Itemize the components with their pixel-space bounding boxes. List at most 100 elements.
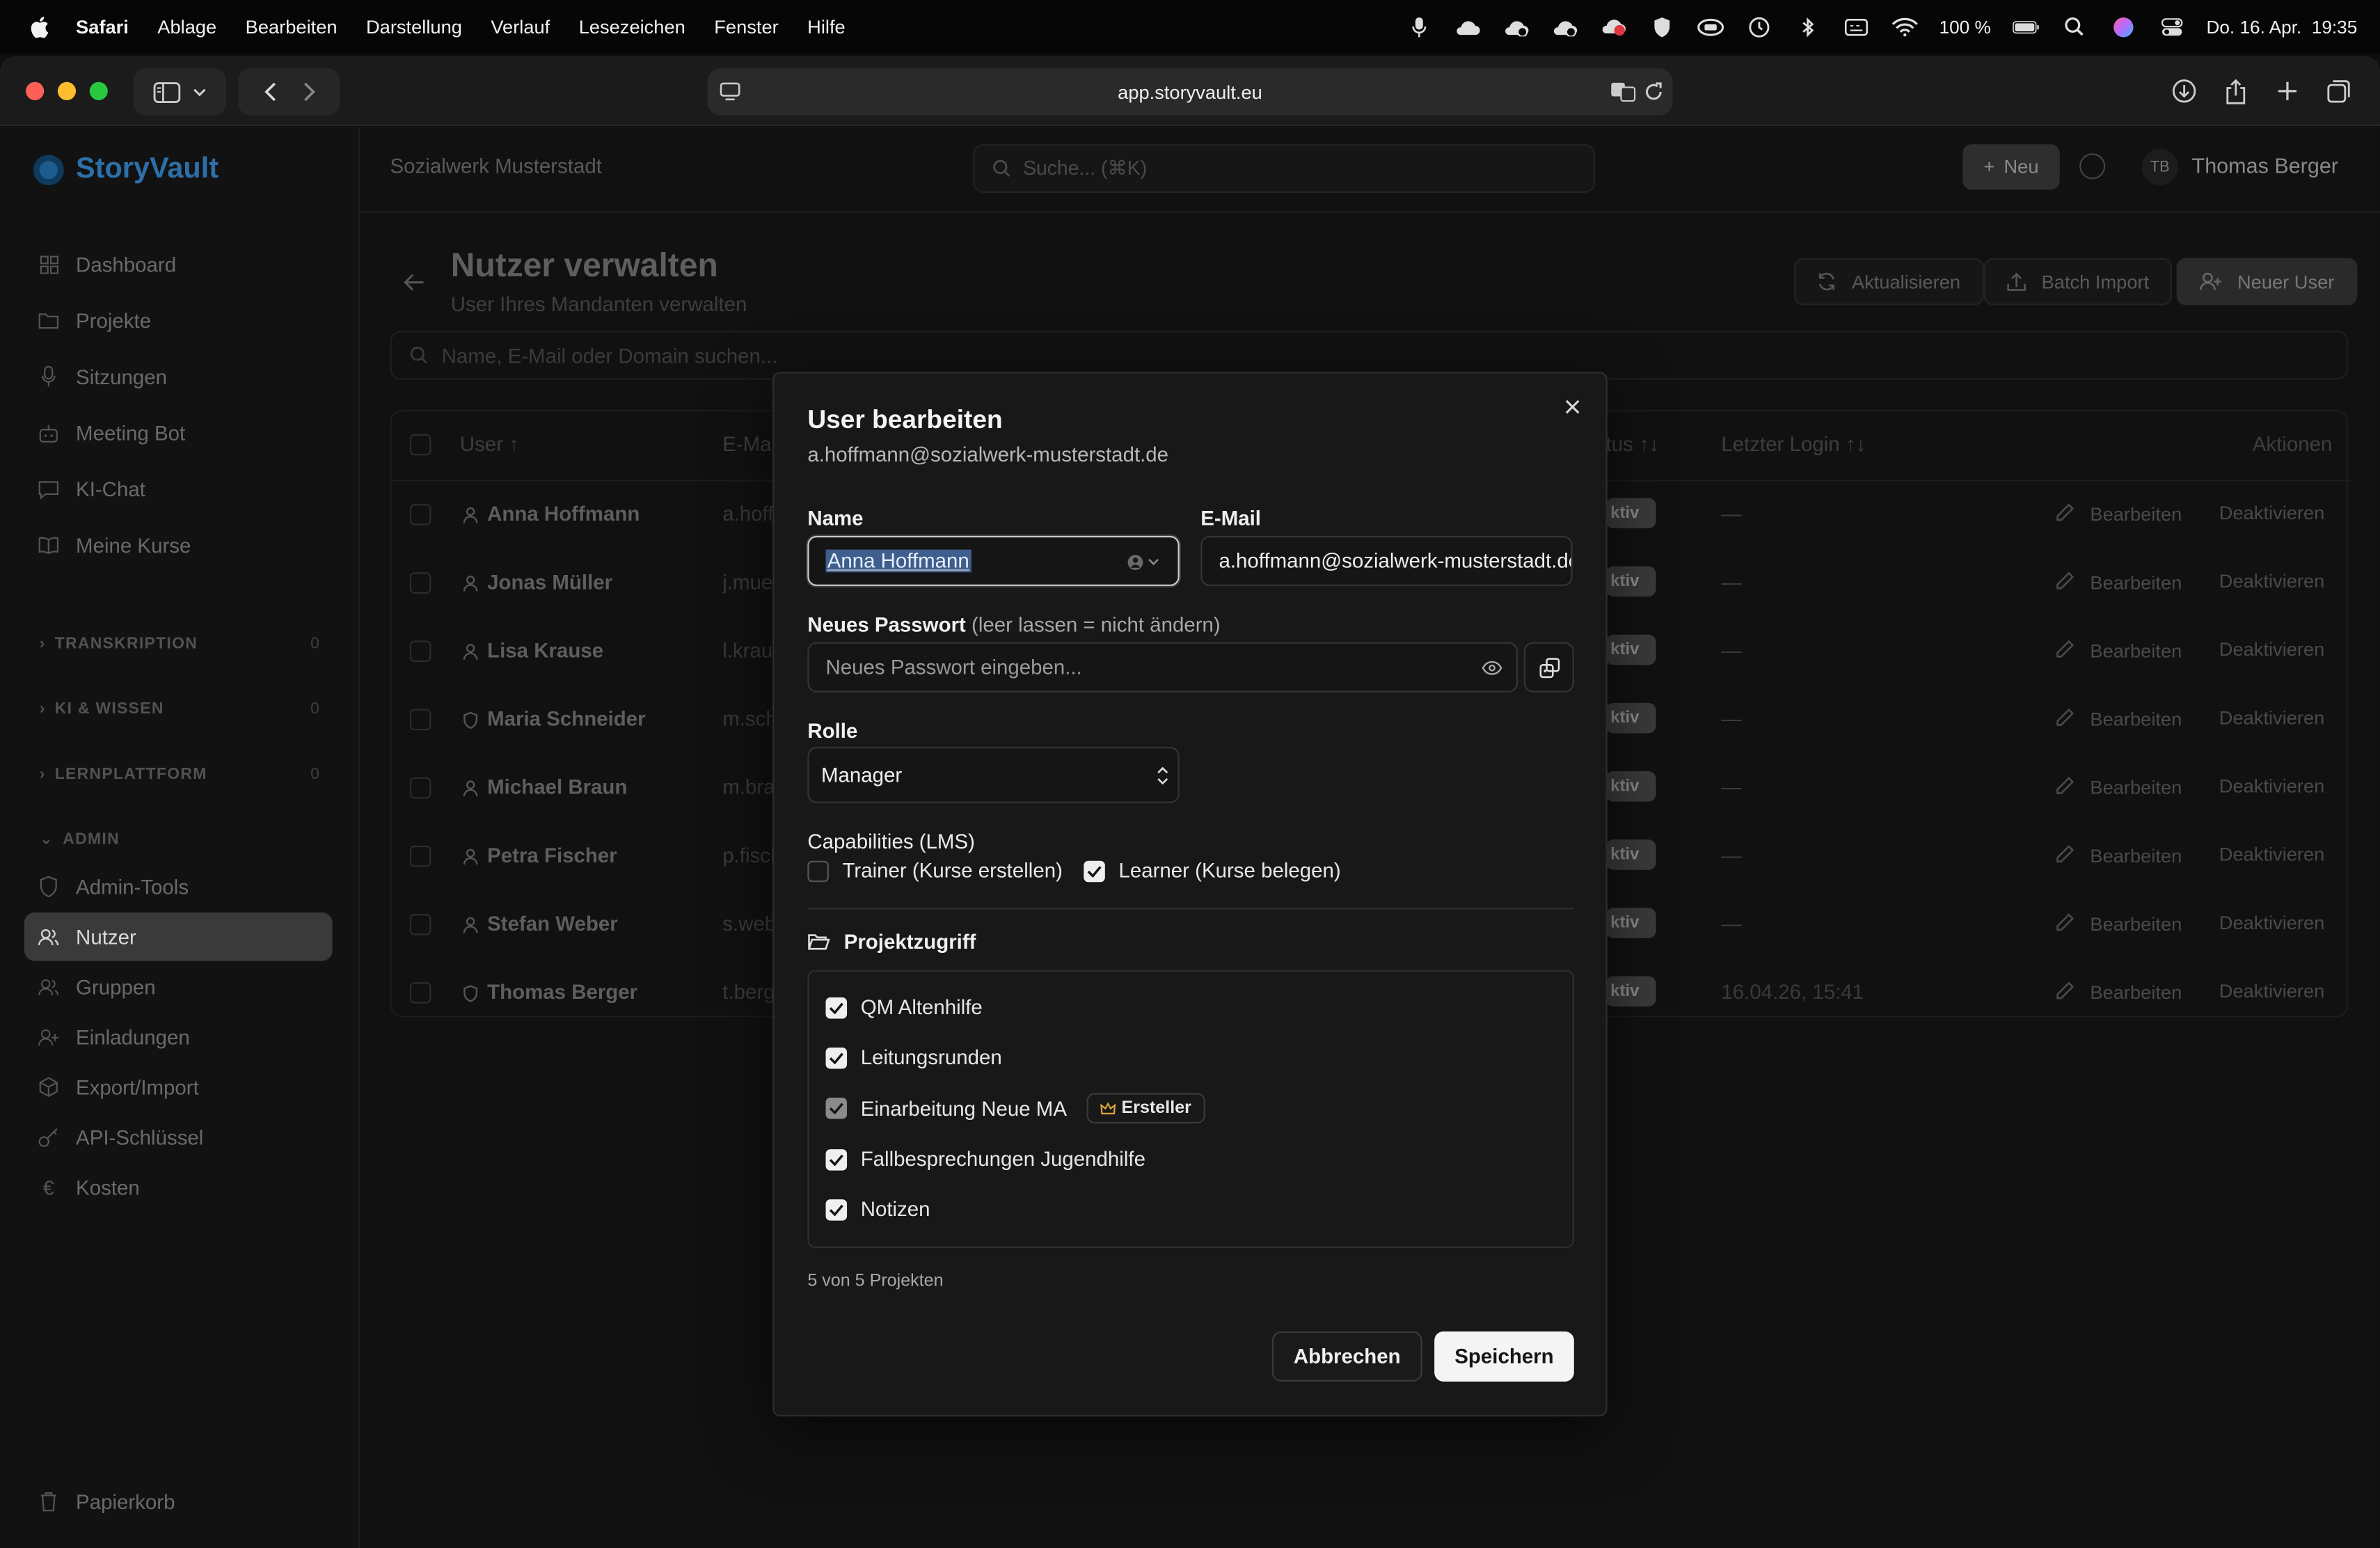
sidebar-item-gruppen[interactable]: Gruppen — [24, 963, 333, 1011]
close-icon[interactable] — [1562, 396, 1583, 418]
time-machine-icon[interactable] — [1745, 16, 1772, 38]
trainer-checkbox[interactable] — [807, 860, 829, 882]
section-admin[interactable]: ⌄ ADMIN — [40, 830, 321, 848]
menu-app-name[interactable]: Safari — [76, 16, 129, 38]
header-status[interactable]: tus ↑↓ — [1606, 433, 1660, 456]
edit-action[interactable]: Bearbeiten — [2055, 571, 2182, 595]
project-checkbox[interactable] — [825, 996, 848, 1018]
row-checkbox[interactable] — [409, 640, 431, 662]
row-checkbox[interactable] — [409, 709, 431, 731]
edit-action[interactable]: Bearbeiten — [2055, 844, 2182, 869]
shield-icon[interactable] — [1648, 16, 1675, 38]
sidebar-item-kosten[interactable]: € Kosten — [24, 1163, 333, 1212]
sidebar-item-export-import[interactable]: Export/Import — [24, 1063, 333, 1112]
avatar[interactable]: TB — [2141, 148, 2178, 186]
batch-import-button[interactable]: Batch Import — [1983, 258, 2172, 306]
refresh-button[interactable]: Aktualisieren — [1794, 258, 1983, 306]
downloads-icon[interactable] — [2168, 70, 2201, 112]
project-checkbox[interactable] — [825, 1198, 848, 1220]
deactivate-action[interactable]: Deaktivieren — [2219, 639, 2325, 661]
new-button[interactable]: + Neu — [1962, 144, 2060, 190]
cloud-backup-icon[interactable] — [1550, 16, 1578, 38]
user-name[interactable]: Michael Braun — [487, 776, 627, 799]
translate-icon[interactable] — [1610, 82, 1636, 102]
menu-verlauf[interactable]: Verlauf — [491, 16, 550, 38]
menu-darstellung[interactable]: Darstellung — [366, 16, 462, 38]
keyboard-icon[interactable] — [1842, 16, 1869, 38]
project-checkbox[interactable] — [825, 1046, 848, 1068]
edit-action[interactable]: Bearbeiten — [2055, 503, 2182, 527]
cancel-button[interactable]: Abbrechen — [1271, 1331, 1422, 1382]
user-name[interactable]: Stefan Weber — [487, 913, 618, 935]
spotlight-search-icon[interactable] — [2061, 16, 2088, 38]
current-user-name[interactable]: Thomas Berger — [2192, 153, 2338, 177]
user-name[interactable]: Jonas Müller — [487, 571, 612, 594]
sidebar-item-projekte[interactable]: Projekte — [24, 296, 333, 345]
email-field[interactable]: a.hoffmann@sozialwerk-musterstadt.de — [1200, 535, 1573, 586]
microphone-icon[interactable] — [1405, 16, 1432, 38]
battery-icon[interactable] — [2012, 16, 2039, 38]
apple-icon[interactable] — [29, 15, 50, 38]
deactivate-action[interactable]: Deaktivieren — [2219, 503, 2325, 524]
sidebar-item-nutzer[interactable]: Nutzer — [24, 912, 333, 961]
password-field[interactable]: Neues Passwort eingeben... — [807, 642, 1518, 693]
user-name[interactable]: Maria Schneider — [487, 707, 645, 730]
deactivate-action[interactable]: Deaktivieren — [2219, 571, 2325, 592]
edit-action[interactable]: Bearbeiten — [2055, 981, 2182, 1005]
organization-name[interactable]: Sozialwerk Musterstadt — [390, 155, 602, 177]
url-text[interactable]: app.storyvault.eu — [1118, 81, 1262, 103]
help-icon[interactable] — [2079, 153, 2106, 180]
sidebar-item-sitzungen[interactable]: Sitzungen — [24, 352, 333, 401]
cloud-status-icon[interactable] — [1502, 16, 1529, 38]
deactivate-action[interactable]: Deaktivieren — [2219, 776, 2325, 798]
address-bar[interactable]: app.storyvault.eu — [707, 68, 1673, 116]
reload-icon[interactable] — [1644, 82, 1663, 102]
capability-trainer[interactable]: Trainer (Kurse erstellen) — [807, 860, 1063, 882]
save-button[interactable]: Speichern — [1434, 1331, 1574, 1382]
edit-action[interactable]: Bearbeiten — [2055, 707, 2182, 732]
menu-ablage[interactable]: Ablage — [157, 16, 216, 38]
project-checkbox[interactable] — [825, 1148, 848, 1170]
page-settings-icon[interactable] — [720, 82, 741, 102]
brand-logo[interactable]: StoryVault — [33, 153, 219, 187]
cloud-alert-icon[interactable] — [1599, 16, 1626, 38]
sidebar-item-papierkorb[interactable]: Papierkorb — [24, 1477, 333, 1526]
menu-fenster[interactable]: Fenster — [714, 16, 778, 38]
wifi-icon[interactable] — [1891, 16, 1918, 38]
sidebar-item-meine-kurse[interactable]: Meine Kurse — [24, 521, 333, 569]
sidebar-item-einladungen[interactable]: Einladungen — [24, 1013, 333, 1061]
header-checkbox[interactable] — [409, 434, 431, 456]
back-arrow-icon[interactable] — [263, 82, 275, 102]
sidebar-item-api-schluessel[interactable]: API-Schlüssel — [24, 1113, 333, 1162]
siri-icon[interactable] — [2109, 16, 2136, 38]
deactivate-action[interactable]: Deaktivieren — [2219, 844, 2325, 866]
vpn-icon[interactable] — [1697, 16, 1724, 38]
section-ki-wissen[interactable]: › KI & WISSEN 0 — [40, 700, 321, 718]
section-lernplattform[interactable]: › LERNPLATTFORM 0 — [40, 765, 321, 783]
window-minimize-button[interactable] — [57, 81, 77, 100]
edit-action[interactable]: Bearbeiten — [2055, 639, 2182, 663]
project-item[interactable]: QM Altenhilfe — [825, 996, 983, 1019]
deactivate-action[interactable]: Deaktivieren — [2219, 981, 2325, 1002]
new-tab-icon[interactable] — [2271, 70, 2304, 112]
header-last-login[interactable]: Letzter Login ↑↓ — [1721, 433, 1866, 456]
role-select[interactable]: Manager — [807, 747, 1180, 803]
row-checkbox[interactable] — [409, 845, 431, 867]
cloud-sync-icon[interactable] — [1454, 16, 1481, 38]
sidebar-item-dashboard[interactable]: Dashboard — [24, 240, 333, 289]
user-name[interactable]: Thomas Berger — [487, 981, 637, 1004]
row-checkbox[interactable] — [409, 777, 431, 799]
name-field[interactable]: Anna Hoffmann — [807, 535, 1180, 586]
window-zoom-button[interactable] — [89, 81, 108, 100]
sidebar-item-ki-chat[interactable]: KI-Chat — [24, 464, 333, 513]
share-icon[interactable] — [2219, 70, 2253, 112]
row-checkbox[interactable] — [409, 982, 431, 1004]
edit-action[interactable]: Bearbeiten — [2055, 913, 2182, 937]
user-name[interactable]: Petra Fischer — [487, 844, 617, 867]
sidebar-item-admin-tools[interactable]: Admin-Tools — [24, 862, 333, 911]
bluetooth-icon[interactable] — [1793, 16, 1820, 38]
row-checkbox[interactable] — [409, 914, 431, 935]
menu-bearbeiten[interactable]: Bearbeiten — [246, 16, 338, 38]
forward-arrow-icon[interactable] — [303, 82, 315, 102]
user-name[interactable]: Lisa Krause — [487, 639, 603, 662]
